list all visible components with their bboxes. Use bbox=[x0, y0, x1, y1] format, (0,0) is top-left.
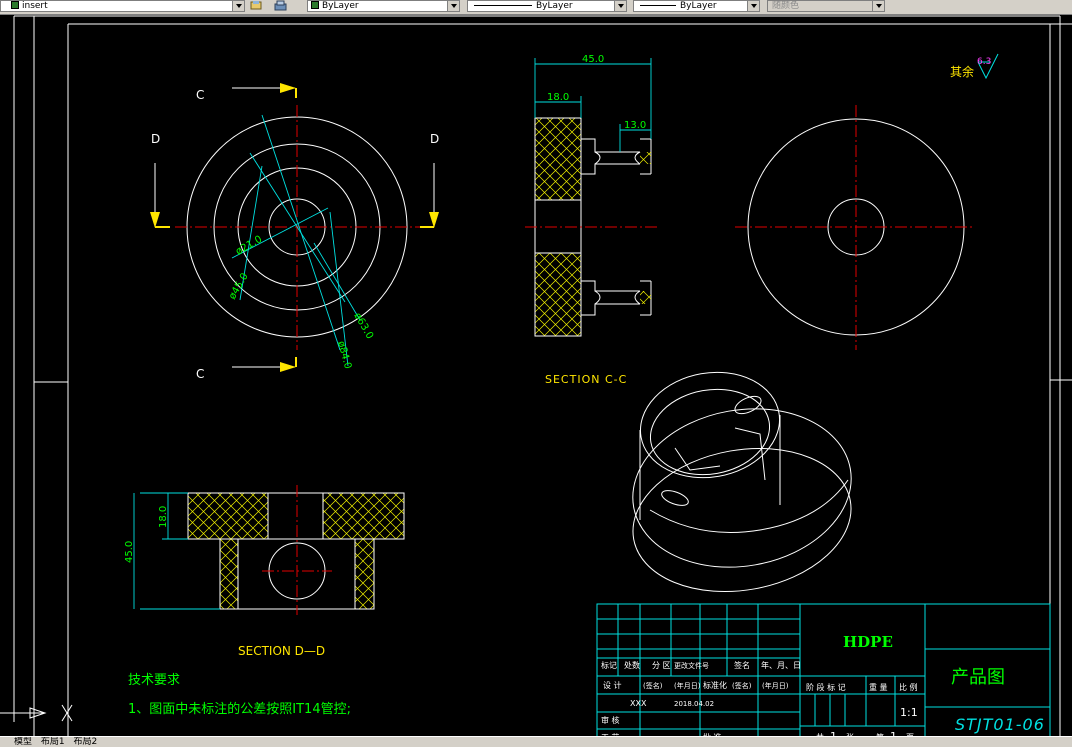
dim-13: 13.0 bbox=[624, 120, 646, 131]
tb-h-docno: 更改文件号 bbox=[674, 661, 709, 670]
tb-weight-label: 重 量 bbox=[869, 682, 888, 692]
tb-code: STJT01-06 bbox=[955, 715, 1045, 734]
tb-h-count: 处数 bbox=[624, 660, 640, 670]
section-dd-label: SECTION D—D bbox=[238, 644, 325, 658]
dim-d84: ø84.0 bbox=[335, 340, 353, 370]
cut-label-c-bottom: C bbox=[196, 367, 204, 381]
tb-h-date: 年、月、日 bbox=[761, 660, 801, 670]
tb-standard-label: 标准化 bbox=[703, 680, 727, 690]
dim-d63: ø63.0 bbox=[351, 311, 375, 341]
tb-scale: 1:1 bbox=[900, 706, 918, 719]
isometric-view bbox=[632, 371, 852, 593]
tb-h-mark: 标记 bbox=[601, 660, 617, 670]
cut-label-c-top: C bbox=[196, 88, 204, 102]
tb-date: 2018.04.02 bbox=[674, 700, 714, 708]
tb-material: HDPE bbox=[843, 633, 893, 651]
tb-standard-date: (年月日) bbox=[762, 681, 789, 690]
tb-standard-sign: (签名) bbox=[732, 681, 752, 690]
tech-title: 技术要求 bbox=[128, 673, 180, 688]
tb-h-zone: 分 区 bbox=[652, 661, 671, 670]
tb-h-sign: 签名 bbox=[734, 660, 750, 670]
roughness-value: 6.3 bbox=[977, 57, 991, 67]
tb-stage-label: 阶 段 标 记 bbox=[806, 682, 846, 692]
section-cc-label: SECTION C-C bbox=[545, 373, 627, 386]
drawing-area[interactable]: C C D D ø21.0 ø45.0 ø63.0 ø84.0 45.0 18.… bbox=[0, 0, 1072, 746]
tb-design-date: (年月日) bbox=[674, 681, 701, 690]
tb-design-sign: (签名) bbox=[643, 681, 663, 690]
roughness-prefix: 其余 bbox=[950, 64, 974, 79]
tb-review-label: 审 核 bbox=[601, 715, 620, 725]
dim-45-height: 45.0 bbox=[124, 541, 135, 563]
layout-tabs: 模型 布局1 布局2 bbox=[0, 736, 1072, 747]
tb-designer: XXX bbox=[630, 699, 647, 708]
tb-design-label: 设 计 bbox=[603, 680, 622, 690]
tb-name: 产品图 bbox=[951, 667, 1005, 688]
cut-label-d-left: D bbox=[151, 132, 160, 146]
dim-45-width: 45.0 bbox=[582, 54, 604, 65]
section-dd-view bbox=[133, 485, 405, 615]
dim-18-width: 18.0 bbox=[547, 92, 569, 103]
dim-18-height: 18.0 bbox=[158, 506, 169, 528]
side-view bbox=[735, 105, 975, 350]
section-cc-view bbox=[525, 58, 660, 337]
cut-plane-d bbox=[150, 163, 439, 228]
tech-note-1: 1、图面中未标注的公差按照IT14管控; bbox=[128, 701, 351, 717]
dim-d45: ø45.0 bbox=[227, 271, 251, 301]
cut-label-d-right: D bbox=[430, 132, 439, 146]
tb-ratio-label: 比 例 bbox=[899, 682, 918, 692]
ucs-icon bbox=[0, 704, 73, 722]
